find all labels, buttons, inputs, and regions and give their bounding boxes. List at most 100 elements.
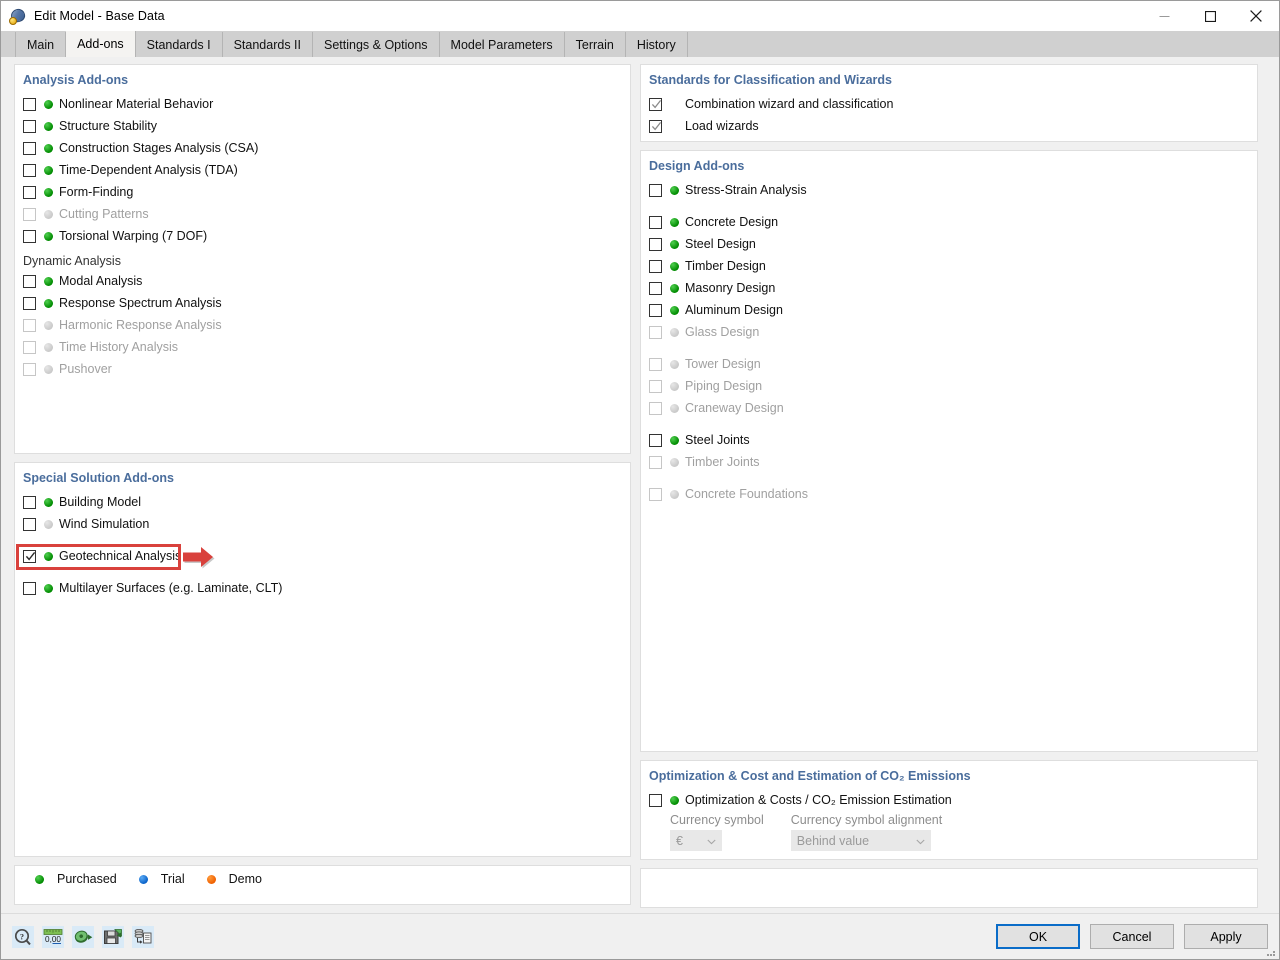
license-dot-grey (44, 365, 53, 374)
license-dot-grey (44, 210, 53, 219)
check-icon (25, 550, 36, 563)
legend-label: Trial (161, 872, 185, 886)
checkbox-label: Concrete Foundations (685, 487, 808, 501)
tab-settings-options[interactable]: Settings & Options (313, 32, 440, 57)
checkbox-label: Geotechnical Analysis (59, 549, 181, 563)
checkbox-row-timber-design[interactable]: Timber Design (641, 255, 1257, 277)
checkbox-row-concrete-design[interactable]: Concrete Design (641, 211, 1257, 233)
checkbox-row-multilayer-surfaces-e-g-laminate-clt[interactable]: Multilayer Surfaces (e.g. Laminate, CLT) (15, 577, 630, 599)
close-icon[interactable] (1233, 1, 1279, 31)
units-icon[interactable]: 0,00 (42, 926, 64, 948)
checkbox-row-masonry-design[interactable]: Masonry Design (641, 277, 1257, 299)
checkbox-row-aluminum-design[interactable]: Aluminum Design (641, 299, 1257, 321)
checkbox-label: Glass Design (685, 325, 759, 339)
checkbox-building-model[interactable] (23, 496, 36, 509)
license-dot-green (44, 498, 53, 507)
checkbox-row-response-spectrum-analysis[interactable]: Response Spectrum Analysis (15, 292, 630, 314)
legend-item-trial: Trial (139, 872, 185, 886)
checkbox-response-spectrum-analysis[interactable] (23, 297, 36, 310)
checkbox-row-wind-simulation[interactable]: Wind Simulation (15, 513, 630, 535)
license-dot-green (670, 240, 679, 249)
checkbox-row-load-wizards[interactable]: Load wizards (641, 115, 1257, 137)
checkbox-harmonic-response-analysis (23, 319, 36, 332)
tab-standards-ii[interactable]: Standards II (223, 32, 313, 57)
license-dot-green (670, 796, 679, 805)
checkbox-modal-analysis[interactable] (23, 275, 36, 288)
checkbox-construction-stages-analysis-csa[interactable] (23, 142, 36, 155)
checkbox-row-construction-stages-analysis-csa[interactable]: Construction Stages Analysis (CSA) (15, 137, 630, 159)
checkbox-steel-design[interactable] (649, 238, 662, 251)
optimization-checkbox[interactable] (649, 794, 662, 807)
checkbox-masonry-design[interactable] (649, 282, 662, 295)
checkbox-row-cutting-patterns: Cutting Patterns (15, 203, 630, 225)
checkbox-wind-simulation[interactable] (23, 518, 36, 531)
apply-button[interactable]: Apply (1184, 924, 1268, 949)
legend-label: Purchased (57, 872, 117, 886)
checkbox-row-torsional-warping-7-dof[interactable]: Torsional Warping (7 DOF) (15, 225, 630, 247)
checkbox-form-finding[interactable] (23, 186, 36, 199)
checkbox-concrete-design[interactable] (649, 216, 662, 229)
checkbox-stress-strain-analysis[interactable] (649, 184, 662, 197)
checkbox-steel-joints[interactable] (649, 434, 662, 447)
license-dot-grey (670, 382, 679, 391)
copy-settings-icon[interactable] (132, 926, 154, 948)
minimize-icon[interactable] (1141, 1, 1187, 31)
checkbox-multilayer-surfaces-e-g-laminate-clt[interactable] (23, 582, 36, 595)
checkbox-row-steel-design[interactable]: Steel Design (641, 233, 1257, 255)
checkbox-label: Wind Simulation (59, 517, 149, 531)
checkbox-structure-stability[interactable] (23, 120, 36, 133)
cancel-button[interactable]: Cancel (1090, 924, 1174, 949)
help-icon[interactable]: ? (12, 926, 34, 948)
checkbox-row-modal-analysis[interactable]: Modal Analysis (15, 270, 630, 292)
checkbox-row-combination-wizard-and-classification[interactable]: Combination wizard and classification (641, 93, 1257, 115)
checkbox-row-structure-stability[interactable]: Structure Stability (15, 115, 630, 137)
edit-model-dialog: Edit Model - Base Data MainAdd-onsStanda… (0, 0, 1280, 960)
license-dot-green (670, 436, 679, 445)
checkbox-timber-joints (649, 456, 662, 469)
tab-bar: MainAdd-onsStandards IStandards IISettin… (1, 31, 1279, 57)
checkbox-aluminum-design[interactable] (649, 304, 662, 317)
currency-alignment-select[interactable]: Behind value (791, 830, 931, 851)
tab-terrain[interactable]: Terrain (565, 32, 626, 57)
checkbox-row-stress-strain-analysis[interactable]: Stress-Strain Analysis (641, 179, 1257, 201)
checkbox-load-wizards[interactable] (649, 120, 662, 133)
checkbox-row-time-dependent-analysis-tda[interactable]: Time-Dependent Analysis (TDA) (15, 159, 630, 181)
license-legend: PurchasedTrialDemo (15, 866, 630, 892)
tab-main[interactable]: Main (15, 32, 66, 57)
tab-standards-i[interactable]: Standards I (136, 32, 223, 57)
checkbox-cutting-patterns (23, 208, 36, 221)
checkbox-geotechnical-analysis[interactable] (23, 550, 36, 563)
checkbox-time-dependent-analysis-tda[interactable] (23, 164, 36, 177)
checkbox-row-form-finding[interactable]: Form-Finding (15, 181, 630, 203)
checkbox-combination-wizard-and-classification[interactable] (649, 98, 662, 111)
analysis-addons-title: Analysis Add-ons (15, 71, 630, 93)
license-dot-green (44, 144, 53, 153)
tab-history[interactable]: History (626, 32, 688, 57)
checkbox-label: Craneway Design (685, 401, 784, 415)
tab-model-parameters[interactable]: Model Parameters (440, 32, 565, 57)
currency-symbol-select[interactable]: € (670, 830, 722, 851)
checkbox-tower-design (649, 358, 662, 371)
checkbox-row-building-model[interactable]: Building Model (15, 491, 630, 513)
optimization-checkbox-row[interactable]: Optimization & Costs / CO₂ Emission Esti… (641, 789, 1257, 811)
checkbox-row-nonlinear-material-behavior[interactable]: Nonlinear Material Behavior (15, 93, 630, 115)
checkbox-label: Building Model (59, 495, 141, 509)
checkbox-row-steel-joints[interactable]: Steel Joints (641, 429, 1257, 451)
legend-item-purchased: Purchased (35, 872, 117, 886)
tab-label: Model Parameters (451, 38, 553, 52)
checkbox-label: Timber Design (685, 259, 766, 273)
dialog-body: Analysis Add-ons Nonlinear Material Beha… (1, 57, 1279, 913)
svg-text:0,00: 0,00 (45, 935, 61, 944)
checkbox-row-geotechnical-analysis[interactable]: Geotechnical Analysis (15, 545, 630, 567)
ok-button[interactable]: OK (996, 924, 1080, 949)
resize-grip[interactable] (1264, 945, 1276, 957)
right-column: Standards for Classification and Wizards… (640, 64, 1258, 913)
tab-add-ons[interactable]: Add-ons (66, 31, 136, 57)
standards-wizards-title: Standards for Classification and Wizards (641, 71, 1257, 93)
checkbox-timber-design[interactable] (649, 260, 662, 273)
checkbox-torsional-warping-7-dof[interactable] (23, 230, 36, 243)
maximize-icon[interactable] (1187, 1, 1233, 31)
save-settings-icon[interactable] (102, 926, 124, 948)
checkbox-nonlinear-material-behavior[interactable] (23, 98, 36, 111)
export-icon[interactable] (72, 926, 94, 948)
